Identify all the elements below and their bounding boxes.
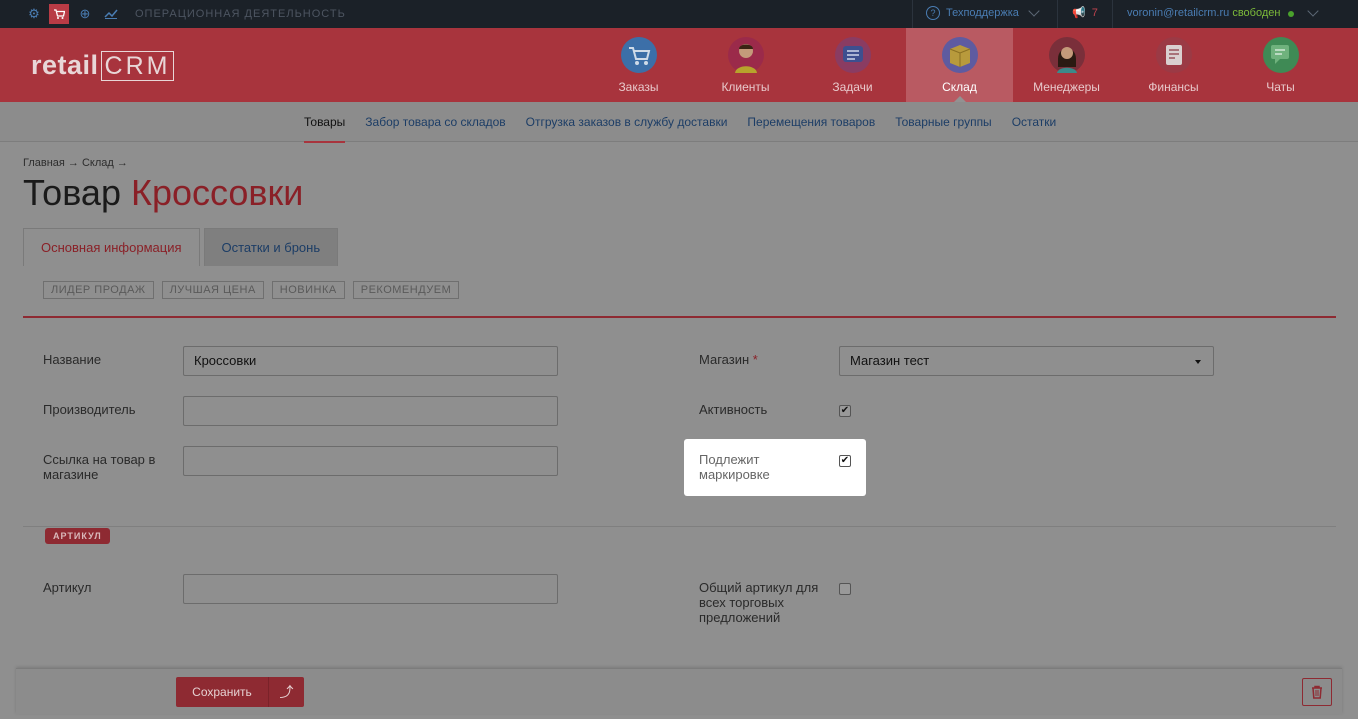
active-checkbox[interactable]: ✔ bbox=[839, 405, 851, 417]
marking-label: Подлежит маркировке bbox=[699, 452, 770, 482]
active-label: Активность bbox=[699, 402, 768, 417]
main-header: retail CRM Заказы Клиенты Задачи Склад М… bbox=[0, 28, 1358, 102]
cart-icon bbox=[621, 37, 657, 73]
name-label: Название bbox=[43, 352, 102, 367]
question-icon: ? bbox=[926, 6, 940, 20]
user-menu[interactable]: voronin@retailcrm.ru свободен bbox=[1127, 7, 1280, 19]
nav-finance[interactable]: Финансы bbox=[1120, 28, 1227, 102]
caret-down-icon bbox=[1195, 360, 1201, 364]
required-mark: * bbox=[752, 352, 758, 367]
trash-icon bbox=[1312, 685, 1322, 699]
shop-select-value: Магазин тест bbox=[850, 353, 930, 368]
subnav-transfers[interactable]: Перемещения товаров bbox=[747, 115, 875, 129]
subnav-shipment[interactable]: Отгрузка заказов в службу доставки bbox=[526, 115, 728, 129]
divider bbox=[1112, 0, 1113, 28]
save-and-up-button[interactable]: ⤴ bbox=[268, 677, 304, 707]
nav-warehouse[interactable]: Склад bbox=[906, 28, 1013, 102]
shop-select[interactable]: Магазин тест bbox=[839, 346, 1214, 376]
nav-clients[interactable]: Клиенты bbox=[692, 28, 799, 102]
manager-avatar-icon bbox=[1049, 37, 1085, 73]
subnav-stock[interactable]: Остатки bbox=[1012, 115, 1057, 129]
section-title: ОПЕРАЦИОННАЯ ДЕЯТЕЛЬНОСТЬ bbox=[135, 8, 346, 20]
article-input[interactable] bbox=[183, 574, 558, 604]
chevron-down-icon[interactable] bbox=[1307, 5, 1319, 17]
save-button[interactable]: Сохранить bbox=[176, 677, 268, 707]
user-status: свободен bbox=[1232, 7, 1281, 19]
badge-best-price[interactable]: ЛУЧШАЯ ЦЕНА bbox=[161, 281, 264, 299]
main-nav: Заказы Клиенты Задачи Склад Менеджеры Фи… bbox=[585, 28, 1334, 102]
marking-checkbox[interactable]: ✔ bbox=[839, 455, 851, 467]
page-title: Товар Кроссовки bbox=[23, 172, 303, 214]
logo[interactable]: retail CRM bbox=[31, 50, 175, 81]
nav-label: Склад bbox=[942, 80, 977, 94]
nav-orders[interactable]: Заказы bbox=[585, 28, 692, 102]
common-article-checkbox[interactable] bbox=[839, 583, 851, 595]
badges: ЛИДЕР ПРОДАЖ ЛУЧШАЯ ЦЕНА НОВИНКА РЕКОМЕН… bbox=[43, 281, 460, 299]
page-title-prefix: Товар bbox=[23, 172, 121, 213]
nav-label: Клиенты bbox=[721, 80, 770, 94]
breadcrumb[interactable]: Главная → Склад → bbox=[23, 157, 128, 169]
support-label: Техподдержка bbox=[946, 7, 1019, 19]
tab-main-info[interactable]: Основная информация bbox=[23, 228, 200, 266]
box-icon bbox=[942, 37, 978, 73]
finance-icon bbox=[1156, 37, 1192, 73]
name-input[interactable]: Кроссовки bbox=[183, 346, 558, 376]
tasks-icon bbox=[835, 37, 871, 73]
megaphone-icon: 📢 bbox=[1072, 7, 1086, 19]
shop-label-text: Магазин bbox=[699, 352, 750, 367]
badge-bestseller[interactable]: ЛИДЕР ПРОДАЖ bbox=[43, 281, 154, 299]
manufacturer-label: Производитель bbox=[43, 402, 136, 417]
divider bbox=[912, 0, 913, 28]
delete-button[interactable] bbox=[1302, 678, 1332, 706]
article-section-badge: АРТИКУЛ bbox=[45, 528, 110, 544]
subnav-products[interactable]: Товары bbox=[304, 115, 346, 143]
status-dot bbox=[1288, 11, 1294, 17]
cart-section-icon[interactable] bbox=[49, 4, 69, 24]
link-input[interactable] bbox=[183, 446, 558, 476]
chart-line-icon[interactable] bbox=[103, 6, 119, 22]
page-title-name: Кроссовки bbox=[130, 172, 304, 213]
nav-tasks[interactable]: Задачи bbox=[799, 28, 906, 102]
support-link[interactable]: ? Техподдержка bbox=[926, 6, 1019, 20]
nav-managers[interactable]: Менеджеры bbox=[1013, 28, 1120, 102]
article-label: Артикул bbox=[43, 580, 92, 595]
nav-label: Финансы bbox=[1148, 80, 1199, 94]
nav-label: Заказы bbox=[618, 80, 659, 94]
divider bbox=[23, 526, 1336, 527]
subnav-groups[interactable]: Товарные группы bbox=[895, 115, 991, 129]
shop-label: Магазин * bbox=[699, 352, 758, 367]
nav-chats[interactable]: Чаты bbox=[1227, 28, 1334, 102]
nav-label: Чаты bbox=[1266, 80, 1295, 94]
subnav-pickup[interactable]: Забор товара со складов bbox=[365, 115, 505, 129]
divider bbox=[23, 316, 1336, 318]
common-article-label: Общий артикул для всех торговых предложе… bbox=[699, 580, 819, 625]
divider bbox=[1057, 0, 1058, 28]
notifications-button[interactable]: 📢 7 bbox=[1072, 6, 1098, 20]
arrow-up-icon: ⤴ bbox=[279, 684, 294, 700]
logo-crm: CRM bbox=[100, 51, 175, 81]
chevron-down-icon[interactable] bbox=[1028, 5, 1040, 17]
tabs: Основная информация Остатки и бронь bbox=[23, 228, 339, 266]
sub-navigation: Товары Забор товара со складов Отгрузка … bbox=[0, 102, 1358, 143]
link-label: Ссылка на товар в магазине bbox=[43, 452, 156, 482]
top-system-bar: ⚙ ⊕ ОПЕРАЦИОННАЯ ДЕЯТЕЛЬНОСТЬ ? Техподде… bbox=[0, 0, 1358, 28]
notifications-count: 7 bbox=[1091, 6, 1098, 19]
manufacturer-input[interactable] bbox=[183, 396, 558, 426]
badge-new[interactable]: НОВИНКА bbox=[271, 281, 345, 299]
logo-text: retail bbox=[31, 50, 99, 80]
nav-label: Задачи bbox=[832, 80, 873, 94]
user-email: voronin@retailcrm.ru bbox=[1127, 7, 1230, 19]
badge-recommended[interactable]: РЕКОМЕНДУЕМ bbox=[352, 281, 460, 299]
chat-icon bbox=[1263, 37, 1299, 73]
nav-label: Менеджеры bbox=[1033, 80, 1100, 94]
product-form-panel: ЛИДЕР ПРОДАЖ ЛУЧШАЯ ЦЕНА НОВИНКА РЕКОМЕН… bbox=[23, 266, 1336, 719]
marking-field-highlight: Подлежит маркировке ✔ bbox=[684, 439, 866, 496]
tab-stock-reserve[interactable]: Остатки и бронь bbox=[203, 228, 339, 266]
target-icon[interactable]: ⊕ bbox=[77, 6, 93, 22]
action-footer: Сохранить ⤴ bbox=[16, 668, 1342, 714]
gear-icon[interactable]: ⚙ bbox=[26, 6, 42, 22]
client-avatar-icon bbox=[728, 37, 764, 73]
